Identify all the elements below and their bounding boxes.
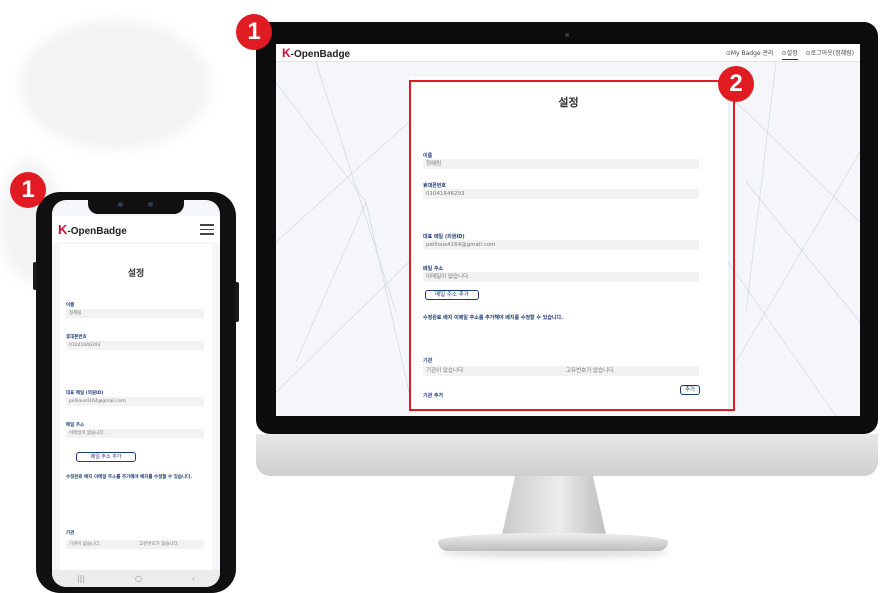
mail-field[interactable]: 이메일이 없습니다.	[66, 429, 204, 438]
app-logo[interactable]: K-OpenBadge	[58, 222, 127, 237]
step-badge-monitor: 1	[236, 14, 272, 50]
email-field[interactable]: pellious4164@gmail.com	[66, 397, 204, 406]
mobile-phone: K-OpenBadge 설정 이름 정혜림 휴대폰번호 01041646293 …	[33, 192, 239, 593]
home-icon[interactable]: ○	[135, 574, 142, 583]
monitor-stand-base	[438, 533, 668, 551]
monitor-chin	[256, 434, 878, 476]
monitor-camera	[565, 33, 569, 37]
step-badge-panel: 2	[718, 66, 754, 102]
mobile-screen: K-OpenBadge 설정 이름 정혜림 휴대폰번호 01041646293 …	[52, 200, 220, 587]
email-label: 대표 메일 (외원ID)	[66, 391, 104, 396]
hamburger-menu-icon[interactable]	[200, 224, 214, 235]
monitor-stand	[502, 476, 606, 534]
recent-apps-icon[interactable]: |||	[77, 574, 85, 583]
nav-logout[interactable]: ⊙로그아웃(정혜림)	[806, 48, 854, 60]
org-label: 기관	[66, 531, 75, 536]
desktop-navbar: K-OpenBadge ⊙My Badge 관리 ⊙설정 ⊙로그아웃(정혜림)	[276, 44, 860, 62]
sensor-icon	[148, 202, 153, 207]
android-nav-bar: ||| ○ ‹	[52, 570, 220, 587]
camera-icon	[118, 202, 123, 207]
app-logo[interactable]: K-OpenBadge	[282, 46, 350, 60]
power-button	[235, 282, 239, 322]
nav-settings[interactable]: ⊙설정	[781, 48, 798, 60]
background-shape	[20, 20, 210, 150]
org-code-field[interactable]: 고유번호가 없습니다.	[136, 540, 204, 549]
settings-panel: 설정 이름 정혜림 휴대폰번호 01041646293 대표 메일 (외원ID)…	[60, 244, 212, 574]
desktop-nav-links: ⊙My Badge 관리 ⊙설정 ⊙로그아웃(정혜림)	[726, 48, 854, 60]
name-field[interactable]: 정혜림	[66, 309, 204, 318]
mail-label: 메일 주소	[66, 423, 85, 428]
phone-notch	[88, 200, 184, 214]
highlight-frame	[409, 80, 735, 411]
add-mail-button[interactable]: 메일 주소 추가	[76, 452, 136, 462]
step-badge-phone: 1	[10, 172, 46, 208]
settings-title: 설정	[127, 269, 145, 279]
phone-field[interactable]: 01041646293	[66, 341, 204, 350]
phone-label: 휴대폰번호	[66, 335, 87, 340]
volume-button	[33, 262, 37, 290]
mail-notice: 수정완료 배지 이메일 주소를 추가해야 배지를 수정할 수 있습니다.	[66, 475, 193, 480]
back-icon[interactable]: ‹	[192, 574, 195, 583]
org-field[interactable]: 기관이 없습니다.	[66, 540, 136, 549]
nav-badge-manage[interactable]: ⊙My Badge 관리	[726, 48, 774, 60]
name-label: 이름	[66, 303, 75, 308]
mobile-navbar: K-OpenBadge	[52, 216, 220, 242]
